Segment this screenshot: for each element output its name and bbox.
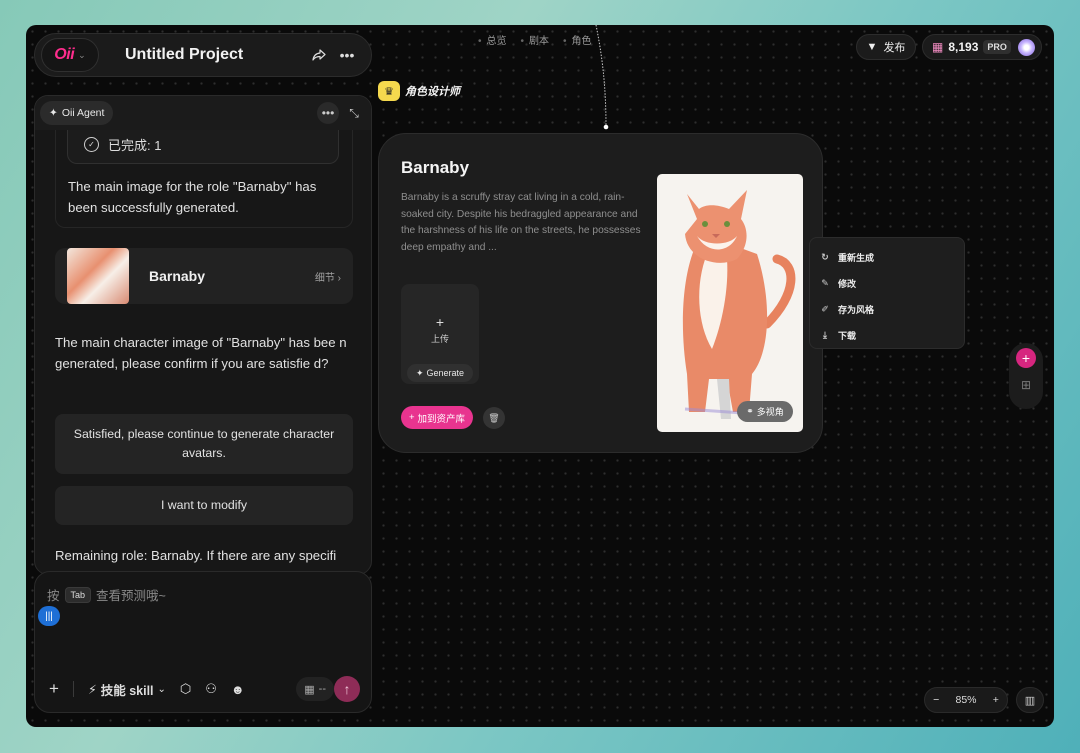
character-image[interactable]: ⚭ 多视角 — [657, 174, 803, 432]
add-node-button[interactable]: + — [1016, 348, 1036, 368]
logo: Oii — [54, 46, 75, 63]
agent-message: Remaining role: Barnaby. If there are an… — [55, 548, 337, 563]
menu-label: 修改 — [838, 278, 857, 289]
publish-label: 发布 — [883, 42, 906, 54]
chevron-down-icon: ⌄ — [157, 683, 166, 695]
role-tag-label: 角色设计师 — [405, 86, 460, 98]
plus-icon: + — [408, 412, 415, 423]
publish-button[interactable]: ▼ 发布 — [856, 34, 916, 60]
canvas-toolbar: + ⊞ — [1009, 343, 1043, 409]
zoom-out-icon[interactable]: − — [933, 694, 939, 706]
connector-line — [595, 25, 609, 130]
minimap-icon[interactable]: ▥ — [1016, 687, 1044, 713]
sparkle-icon: ✦ — [415, 367, 424, 378]
multiview-button[interactable]: ⚭ 多视角 — [737, 401, 793, 422]
character-node[interactable]: Barnaby Barnaby is a scruffy stray cat l… — [378, 133, 823, 453]
model-selector[interactable]: ▦ -- — [296, 677, 334, 701]
trash-icon[interactable]: 🗑 — [483, 407, 505, 429]
menu-item-download[interactable]: ⤓ 下载 — [810, 322, 964, 348]
credits-count: 8,193 — [948, 40, 979, 54]
send-button[interactable]: ↑ — [334, 676, 360, 702]
agent-selector[interactable]: ✦ Oii Agent — [40, 101, 114, 125]
image-context-menu: ↻ 重新生成 ✎ 修改 ✐ 存为风格 ⤓ 下载 — [809, 237, 965, 349]
placeholder-suffix: 查看预测哦~ — [96, 589, 166, 603]
pro-badge: PRO — [983, 40, 1011, 54]
tab-key-hint: Tab — [64, 586, 92, 603]
upload-slot[interactable]: + 上传 ✦ Generate — [401, 284, 479, 384]
agent-message: The main image for the role "Barnaby" ha… — [68, 179, 317, 215]
project-title[interactable]: Untitled Project — [125, 46, 305, 64]
menu-label: 下载 — [838, 330, 857, 341]
divider — [72, 681, 74, 697]
agent-name: Oii Agent — [61, 107, 105, 119]
skill-label: 技能 skill — [100, 683, 154, 698]
filter-icon: ▼ — [866, 41, 878, 53]
app-window: Oii ⌄ Untitled Project ••• 总览 剧本 角色 ▼ 发布… — [26, 25, 1054, 727]
cake-icon: ▦ — [932, 40, 944, 54]
detail-link[interactable]: 细节 › — [315, 269, 341, 284]
character-card[interactable]: Barnaby 细节 › — [55, 248, 353, 304]
agent-panel: ✓ 已完成: 1 The main image for the role "Ba… — [34, 95, 372, 575]
cat-illustration — [682, 190, 796, 419]
plus-icon[interactable]: + — [49, 679, 59, 699]
modify-option-button[interactable]: I want to modify — [55, 486, 353, 525]
logo-menu-button[interactable]: Oii ⌄ — [41, 38, 99, 72]
download-icon: ⤓ — [823, 329, 827, 340]
zoom-level: 85% — [955, 694, 977, 706]
breadcrumb-script[interactable]: 剧本 — [521, 32, 549, 47]
more-icon[interactable]: ••• — [333, 41, 361, 69]
sparkle-icon: ✦ — [49, 107, 58, 119]
generate-label: Generate — [426, 368, 465, 378]
grid-icon[interactable]: ⊞ — [1021, 378, 1031, 392]
zoom-in-icon[interactable]: + — [993, 694, 999, 706]
agent-message: The main character image of "Barnaby" ha… — [55, 335, 347, 371]
multiview-icon: ⚭ — [746, 406, 754, 416]
brush-icon: ✐ — [821, 303, 829, 314]
character-name: Barnaby — [149, 268, 206, 284]
more-icon[interactable]: ••• — [317, 102, 339, 124]
add-to-library-button[interactable]: + 加到资产库 — [401, 406, 473, 429]
lightning-icon: ⚡ — [87, 682, 97, 697]
menu-label: 存为风格 — [838, 304, 875, 315]
collapse-icon[interactable]: ⤡ — [343, 102, 365, 124]
refresh-icon: ↻ — [821, 251, 829, 262]
upload-label: 上传 — [430, 334, 449, 344]
plus-icon: + — [435, 314, 445, 330]
chevron-down-icon: ⌄ — [78, 49, 86, 60]
menu-item-regenerate[interactable]: ↻ 重新生成 — [810, 244, 964, 270]
agent-panel-header: ✦ Oii Agent ••• ⤡ — [35, 96, 371, 130]
character-thumbnail — [67, 248, 129, 304]
satisfied-option-button[interactable]: Satisfied, please continue to generate c… — [55, 414, 353, 474]
placeholder-prefix: 按 — [47, 589, 60, 603]
menu-label: 重新生成 — [838, 252, 875, 263]
role-tag: ♛ 角色设计师 — [378, 81, 460, 101]
cube-icon[interactable]: ⬡ — [180, 681, 191, 697]
chat-input[interactable]: 按 Tab 查看预测哦~ ||| + ⚡ 技能 skill ⌄ ⬡ ⚇ ☻ ▦ … — [34, 571, 372, 713]
share-icon[interactable] — [305, 41, 333, 69]
project-bar: Oii ⌄ Untitled Project ••• — [34, 33, 372, 77]
menu-item-edit[interactable]: ✎ 修改 — [810, 270, 964, 296]
node-title: Barnaby — [401, 158, 470, 177]
model-icon: ▦ — [304, 683, 315, 696]
menu-item-save-style[interactable]: ✐ 存为风格 — [810, 296, 964, 322]
breadcrumb-overview[interactable]: 总览 — [478, 32, 507, 47]
pencil-icon: ✎ — [821, 277, 829, 288]
zoom-control: − 85% + — [924, 687, 1008, 713]
model-label: -- — [318, 683, 326, 695]
multiview-label: 多视角 — [756, 407, 784, 417]
avatar[interactable] — [1017, 38, 1035, 56]
crown-icon: ♛ — [378, 81, 400, 101]
generate-button[interactable]: ✦ Generate — [407, 364, 473, 382]
breadcrumb: 总览 剧本 角色 — [478, 32, 592, 47]
voice-icon[interactable]: ||| — [38, 606, 60, 626]
credits-badge[interactable]: ▦ 8,193 PRO — [922, 34, 1042, 60]
skill-selector[interactable]: ⚡ 技能 skill ⌄ — [88, 680, 166, 699]
shapes-icon[interactable]: ⚇ — [205, 681, 217, 697]
input-toolbar: + ⚡ 技能 skill ⌄ ⬡ ⚇ ☻ ▦ -- ↑ — [35, 674, 371, 704]
smiley-icon[interactable]: ☻ — [231, 682, 245, 697]
node-description: Barnaby is a scruffy stray cat living in… — [401, 192, 641, 253]
input-placeholder: 按 Tab 查看预测哦~ — [47, 585, 166, 604]
add-library-label: 加到资产库 — [417, 413, 466, 425]
